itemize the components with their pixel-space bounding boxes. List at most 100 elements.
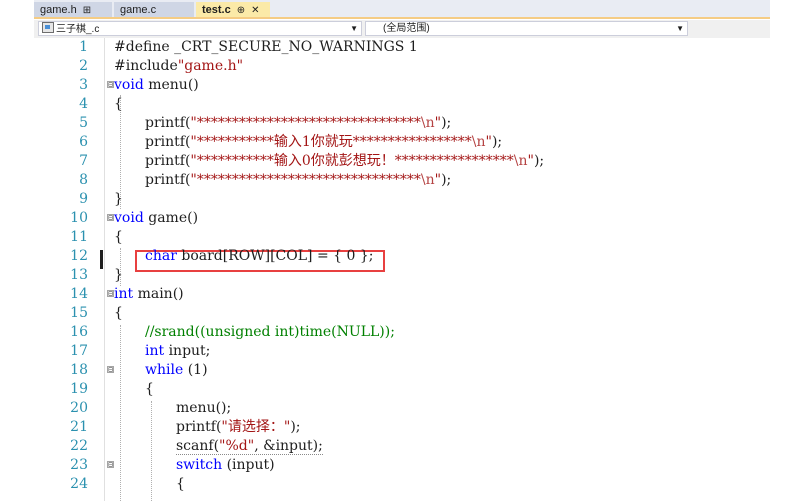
project-dropdown[interactable]: 三子棋_.c ▼ [38,21,362,36]
code-line[interactable]: 16 //srand((unsigned int)time(NULL)); [34,323,770,342]
line-number: 17 [70,343,88,359]
fold-toggle[interactable]: ⊟ [107,214,114,222]
active-tab-underline [34,17,770,19]
line-number: 8 [79,172,88,188]
file-icon [42,22,54,33]
code-line[interactable]: 14 ⊟ int main() [34,285,770,304]
code-text: switch (input) [176,457,275,473]
code-text: while (1) [145,362,208,378]
code-comment: //srand((unsigned int)time(NULL)); [145,324,395,340]
scope-dropdown[interactable]: (全局范围) ▼ [365,21,688,36]
scope-dropdown-value: (全局范围) [383,23,430,34]
code-text: #include"game.h" [114,58,244,74]
code-text: char board[ROW][COL] = { 0 }; [145,248,374,264]
fold-toggle[interactable]: ⊟ [107,81,114,89]
code-line[interactable]: 2 #include"game.h" [34,57,770,76]
line-number: 9 [79,191,88,207]
line-number: 5 [79,115,88,131]
code-line[interactable]: 20 menu(); [34,399,770,418]
pin-icon[interactable]: ⊕ [237,5,245,16]
line-number: 12 [70,248,88,264]
code-text: int input; [145,343,211,359]
line-number: 24 [70,476,88,492]
code-text: } [114,267,123,283]
fold-toggle[interactable]: ⊟ [107,461,114,469]
code-text: { [114,305,123,321]
code-text: } [114,191,123,207]
project-dropdown-value: 三子棋_.c [56,24,100,35]
code-text: { [114,96,123,112]
code-line[interactable]: 17 int input; [34,342,770,361]
line-number: 6 [79,134,88,150]
code-text: { [145,381,154,397]
right-margin [770,19,804,501]
code-text: { [114,229,123,245]
code-text: printf("***********输入1你就玩***************… [145,134,503,150]
line-number: 18 [70,362,88,378]
code-text: printf("********************************… [145,115,452,131]
code-line[interactable]: 13 } [34,266,770,285]
code-line[interactable]: 6 printf("***********输入1你就玩*************… [34,133,770,152]
line-number: 20 [70,400,88,416]
line-number: 3 [79,77,88,93]
line-number: 2 [79,58,88,74]
code-text: int main() [114,286,184,302]
line-number: 10 [70,210,88,226]
line-number: 13 [70,267,88,283]
line-number: 23 [70,457,88,473]
code-text: { [176,476,185,492]
code-text: printf("请选择："); [176,419,301,435]
line-number: 1 [79,39,88,55]
document-tab-strip: game.h ⊞ game.c test.c ⊕ ✕ [0,0,804,19]
tab-label: game.c [120,4,157,16]
code-line[interactable]: 22 scanf("%d", &input); [34,437,770,456]
code-line[interactable]: 8 printf("******************************… [34,171,770,190]
code-line[interactable]: 24 { [34,475,770,494]
code-text: #define _CRT_SECURE_NO_WARNINGS 1 [114,39,418,55]
line-number: 16 [70,324,88,340]
line-number: 4 [79,96,88,112]
line-number: 14 [70,286,88,302]
pin-icon[interactable]: ⊞ [83,5,91,16]
tab-label: test.c [202,4,231,16]
code-text: scanf("%d", &input); [176,437,323,456]
tab-game-c[interactable]: game.c [114,2,194,18]
code-line[interactable]: 11 { [34,228,770,247]
warning-squiggle[interactable]: scanf("%d", &input); [176,438,323,455]
line-number: 22 [70,438,88,454]
tab-game-h[interactable]: game.h ⊞ [34,2,112,18]
code-line[interactable]: 1 #define _CRT_SECURE_NO_WARNINGS 1 [34,38,770,57]
close-icon[interactable]: ✕ [251,5,259,16]
fold-toggle[interactable]: ⊟ [107,366,114,374]
tab-test-c[interactable]: test.c ⊕ ✕ [196,2,270,18]
tab-label: game.h [40,4,77,16]
code-text: void game() [114,210,199,226]
chevron-down-icon: ▼ [676,24,684,33]
code-line[interactable]: 7 printf("***********输入0你就彭想玩！**********… [34,152,770,171]
code-line[interactable]: 18 ⊟ while (1) [34,361,770,380]
code-line[interactable]: 15 { [34,304,770,323]
code-editor-window: game.h ⊞ game.c test.c ⊕ ✕ 三子棋_.c ▼ (全局范围) … [0,0,804,501]
line-number: 11 [70,229,88,245]
line-number: 15 [70,305,88,321]
code-text: menu(); [176,400,232,416]
fold-toggle[interactable]: ⊟ [107,290,114,298]
code-line[interactable]: 10 ⊟ void game() [34,209,770,228]
code-text: printf("********************************… [145,172,452,188]
code-editor[interactable]: 1 #define _CRT_SECURE_NO_WARNINGS 1 2 #i… [34,38,770,501]
line-number: 21 [70,419,88,435]
code-line[interactable]: 9 } [34,190,770,209]
code-line[interactable]: 23 ⊟ switch (input) [34,456,770,475]
chevron-down-icon: ▼ [350,24,358,33]
code-line[interactable]: 5 printf("******************************… [34,114,770,133]
code-text: void menu() [114,77,199,93]
code-line[interactable]: 12 char board[ROW][COL] = { 0 }; [34,247,770,266]
line-number: 19 [70,381,88,397]
code-text: printf("***********输入0你就彭想玩！************… [145,153,545,169]
navigation-bar: 三子棋_.c ▼ (全局范围) ▼ [34,20,770,39]
code-line[interactable]: 19 { [34,380,770,399]
code-line[interactable]: 4 { [34,95,770,114]
code-line[interactable]: 21 printf("请选择："); [34,418,770,437]
line-number: 7 [79,153,88,169]
code-line[interactable]: 3 ⊟ void menu() [34,76,770,95]
